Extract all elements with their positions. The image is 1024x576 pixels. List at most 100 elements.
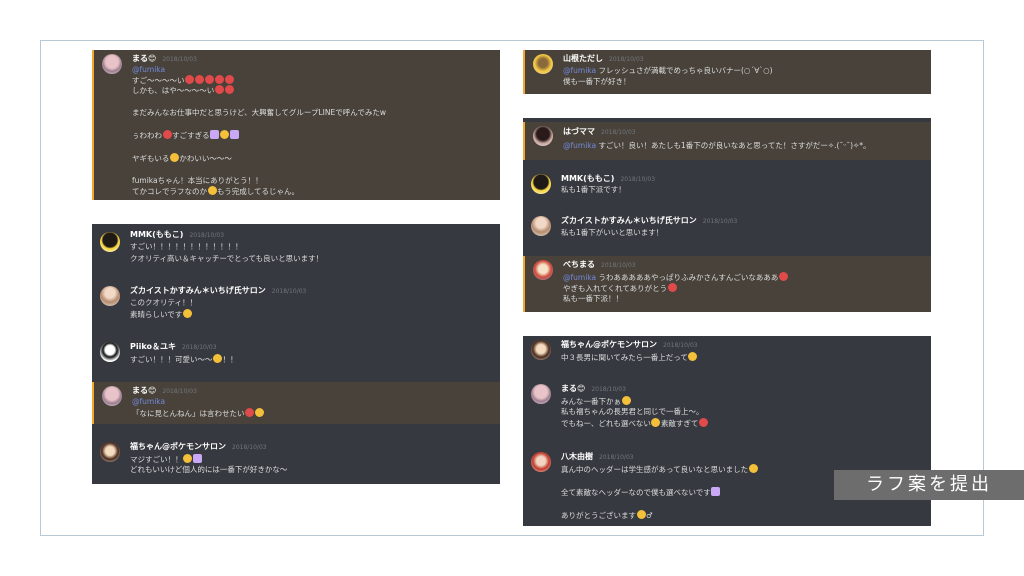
avatar[interactable] xyxy=(531,174,551,194)
username[interactable]: ズカイストかすみん＊いちげ氏サロン 2018/10/03 xyxy=(130,286,306,297)
avatar[interactable] xyxy=(533,260,553,280)
message-text: でもねー、どれも選べない 素敵すぎて xyxy=(561,418,708,429)
message-text: 真ん中のヘッダーは学生感があって良いなと思いました xyxy=(561,464,758,475)
message-text: クオリティ高い＆キャッチーでとっても良いと思います！ xyxy=(130,254,324,263)
message: MMK(ももこ) 2018/10/03 私も1番下派です！ xyxy=(523,170,931,206)
message-text: 私も一番下派！！ xyxy=(563,294,623,303)
message: MMK(ももこ) 2018/10/03 すごい！！！！！！！！！！！！ クオリティ… xyxy=(92,224,500,274)
avatar[interactable] xyxy=(100,286,120,306)
message-text: やぎも入れてくれてありがとう xyxy=(563,283,677,294)
message-text: しかも、はや〜〜〜〜い xyxy=(132,85,234,96)
timestamp: 2018/10/03 xyxy=(591,386,626,393)
username[interactable]: MMK(ももこ) 2018/10/03 xyxy=(130,230,224,241)
emoji-icon xyxy=(225,75,234,84)
message-text: @fumika すごい！良い！あたしも1番下のが良いなあと思ってた！さすがだー✧… xyxy=(563,141,871,150)
message-text: まだみんなお仕事中だと思うけど、大興奮してグループLINEで呼んでみたw xyxy=(132,108,386,117)
username[interactable]: 山根ただし 2018/10/03 xyxy=(563,54,644,65)
message-text: ありがとうございます ♂ xyxy=(561,510,653,520)
chat-panel-4: はづママ 2018/10/03 @fumika すごい！良い！あたしも1番下のが良… xyxy=(523,118,931,312)
heart-icon xyxy=(667,283,677,292)
username[interactable]: 福ちゃん@ポケモンサロン 2018/10/03 xyxy=(130,442,267,453)
mention[interactable]: @fumika xyxy=(563,141,596,150)
message-text: みんな一番下かぁ xyxy=(561,396,631,407)
timestamp: 2018/10/03 xyxy=(599,454,634,461)
emoji-icon xyxy=(182,309,192,318)
message: はづママ 2018/10/03 @fumika すごい！良い！あたしも1番下のが良… xyxy=(523,122,931,160)
emoji-icon xyxy=(195,75,204,84)
mention[interactable]: @fumika xyxy=(132,397,165,407)
timestamp: 2018/10/03 xyxy=(162,388,197,395)
message-text: すごい！！！！！！！！！！！！ xyxy=(130,242,243,251)
message: 福ちゃん@ポケモンサロン 2018/10/03 マジすごい！！ どれもいいけど個人… xyxy=(92,438,500,484)
message: べちまる 2018/10/03 @fumika うわあああああやっぱりふみかさんす… xyxy=(523,256,931,312)
avatar[interactable] xyxy=(531,340,551,360)
message: 山根ただし 2018/10/03 @fumika フレッシュさが満載でめっちゃ良い… xyxy=(523,50,931,94)
mention[interactable]: @fumika xyxy=(563,273,596,282)
message-text: すごい！！！可愛い〜〜！！ xyxy=(130,354,238,364)
avatar[interactable] xyxy=(531,452,551,472)
username[interactable]: はづママ 2018/10/03 xyxy=(563,127,636,138)
chat-panel-3: 山根ただし 2018/10/03 @fumika フレッシュさが満載でめっちゃ良い… xyxy=(523,50,931,94)
message-text: てかコレでラフなのか もう完成してるじゃん。 xyxy=(132,186,300,196)
username[interactable]: まる😊 2018/10/03 xyxy=(132,54,197,65)
avatar[interactable] xyxy=(531,216,551,236)
message: ズカイストかすみん＊いちげ氏サロン 2018/10/03 このクオリティ！！ 素晴… xyxy=(92,282,500,332)
timestamp: 2018/10/03 xyxy=(232,444,267,451)
timestamp: 2018/10/03 xyxy=(601,129,636,136)
exclamation-icon xyxy=(162,130,172,139)
username[interactable]: まる😊 2018/10/03 xyxy=(561,384,626,395)
timestamp: 2018/10/03 xyxy=(609,56,644,63)
message-text: 私も福ちゃんの長男君と同じで一番上〜。 xyxy=(561,407,704,416)
username[interactable]: 福ちゃん@ポケモンサロン 2018/10/03 xyxy=(561,340,698,351)
emoji-icon xyxy=(169,153,179,162)
message-text: 素晴らしいです xyxy=(130,309,192,320)
emoji-icon xyxy=(205,75,214,84)
message-text: 全て素敵なヘッダーなので僕も選べないです xyxy=(561,487,721,498)
emoji-icon xyxy=(183,454,192,463)
timestamp: 2018/10/03 xyxy=(181,344,217,351)
username[interactable]: MMK(ももこ) 2018/10/03 xyxy=(561,174,655,185)
avatar[interactable] xyxy=(102,386,122,406)
username[interactable]: ズカイストかすみん＊いちげ氏サロン 2018/10/03 xyxy=(561,216,737,227)
sparkles-icon xyxy=(230,130,240,139)
username[interactable]: Piiko＆ユキ 2018/10/03 xyxy=(130,342,217,353)
message-text: @fumika うわあああああやっぱりふみかさんすんごいなあああ xyxy=(563,272,788,283)
exclamation-icon xyxy=(245,408,254,417)
emoji-icon xyxy=(215,75,224,84)
avatar[interactable] xyxy=(100,232,120,252)
message-text: 僕も一番下が好き！ xyxy=(563,77,631,86)
exclamation-icon xyxy=(698,418,708,427)
avatar[interactable] xyxy=(100,342,120,362)
message: 福ちゃん@ポケモンサロン 2018/10/03 中３長男に聞いてみたら一番上だって xyxy=(523,336,931,374)
message-text: どれもいいけど個人的には一番下が好きかな〜 xyxy=(130,465,288,474)
username[interactable]: べちまる 2018/10/03 xyxy=(563,260,636,271)
sparkles-icon xyxy=(711,487,721,496)
avatar[interactable] xyxy=(533,126,553,146)
message: まる😊 2018/10/03 @fumika 「なに見とんねん」は言わせたい xyxy=(92,382,500,424)
avatar[interactable] xyxy=(100,442,120,462)
message-text: 「なに見とんねん」は言わせたい xyxy=(132,408,265,419)
avatar[interactable] xyxy=(102,54,122,74)
timestamp: 2018/10/03 xyxy=(189,232,225,239)
mention[interactable]: @fumika xyxy=(132,65,165,75)
heart-icon xyxy=(778,272,788,281)
message-text: fumikaちゃん！本当にありがとう！！ xyxy=(132,176,263,185)
exclamation-icon xyxy=(224,85,234,94)
emoji-icon xyxy=(621,396,631,405)
emoji-icon xyxy=(207,186,217,195)
message-text: 私も1番下派です！ xyxy=(561,185,626,194)
username[interactable]: まる😊 2018/10/03 xyxy=(132,386,197,397)
timestamp: 2018/10/03 xyxy=(663,342,698,349)
message-text: ぅわわわ すごすぎる xyxy=(132,130,240,141)
timestamp: 2018/10/03 xyxy=(162,56,197,63)
message-text: マジすごい！！ xyxy=(130,454,203,465)
emoji-icon xyxy=(748,464,758,473)
submit-rough-label: ラフ案を提出 xyxy=(834,470,1024,500)
mention[interactable]: @fumika xyxy=(563,66,596,75)
message-text: このクオリティ！！ xyxy=(130,298,198,307)
avatar[interactable] xyxy=(533,54,553,74)
username[interactable]: 八木由樹 2018/10/03 xyxy=(561,452,634,463)
emoji-icon xyxy=(220,130,230,139)
avatar[interactable] xyxy=(531,384,551,404)
sparkles-icon xyxy=(193,454,202,463)
